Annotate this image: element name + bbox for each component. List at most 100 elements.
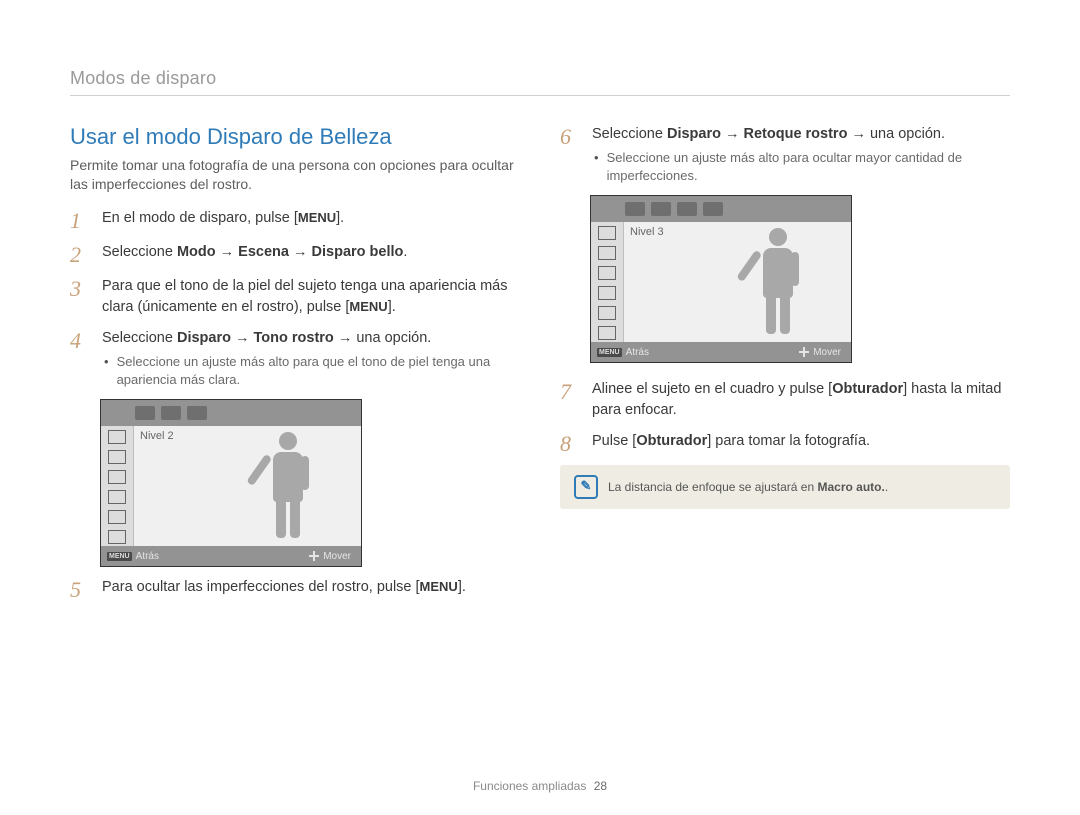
rail-icon	[598, 226, 616, 240]
step-bullet: Seleccione un ajuste más alto para ocult…	[592, 149, 1010, 185]
move-label: Mover	[813, 347, 841, 358]
text: ].	[388, 299, 396, 315]
text: Seleccione	[102, 330, 177, 346]
page-footer: Funciones ampliadas 28	[0, 779, 1080, 793]
footer-section: Funciones ampliadas	[473, 779, 586, 793]
text: Alinee el sujeto en el cuadro y pulse [	[592, 381, 832, 397]
level-label: Nivel 2	[140, 430, 174, 442]
person-silhouette-icon	[263, 432, 313, 540]
lcd-preview: Nivel 3	[624, 222, 851, 342]
step-number: 1	[70, 208, 90, 232]
step-text: Para que el tono de la piel del sujeto t…	[102, 276, 520, 318]
right-column: 6 Seleccione Disparo → Retoque rostro → …	[560, 124, 1010, 611]
step-text: Pulse [Obturador] para tomar la fotograf…	[592, 431, 870, 455]
step-5: 5 Para ocultar las imperfecciones del ro…	[70, 577, 520, 601]
text: ].	[336, 210, 344, 226]
option-chip	[677, 202, 697, 216]
step-number: 4	[70, 328, 90, 389]
step-text: Alinee el sujeto en el cuadro y pulse [O…	[592, 379, 1010, 421]
info-note: La distancia de enfoque se ajustará en M…	[560, 465, 1010, 509]
rail-icon	[598, 266, 616, 280]
breadcrumb: Modos de disparo	[70, 68, 1010, 96]
step-text: En el modo de disparo, pulse [MENU].	[102, 208, 344, 232]
rail-icon	[108, 450, 126, 464]
lcd-left-rail	[591, 222, 624, 342]
step-8: 8 Pulse [Obturador] para tomar la fotogr…	[560, 431, 1010, 455]
rail-icon	[598, 286, 616, 300]
left-column: Usar el modo Disparo de Belleza Permite …	[70, 124, 520, 611]
lcd-preview: Nivel 2	[134, 426, 361, 546]
step-text: Para ocultar las imperfecciones del rost…	[102, 577, 466, 601]
step-number: 2	[70, 242, 90, 266]
step-1: 1 En el modo de disparo, pulse [MENU].	[70, 208, 520, 232]
text: ] para tomar la fotografía.	[707, 433, 870, 449]
text: ].	[458, 579, 466, 595]
lcd-top-bar	[101, 400, 361, 426]
lcd-body: Nivel 2	[101, 426, 361, 546]
text: .	[403, 244, 407, 260]
page-title: Usar el modo Disparo de Belleza	[70, 124, 520, 150]
option-chip	[135, 406, 155, 420]
two-column-layout: Usar el modo Disparo de Belleza Permite …	[70, 124, 1010, 611]
rail-icon	[108, 530, 126, 544]
back-label: Atrás	[136, 551, 159, 562]
camera-lcd-screenshot-1: Nivel 2 MENU Atrás	[100, 399, 362, 567]
menu-label: MENU	[420, 578, 458, 597]
step-bullet: Seleccione un ajuste más alto para que e…	[102, 353, 520, 389]
option-chip	[161, 406, 181, 420]
shutter-label: Obturador	[636, 433, 707, 449]
step-text: Seleccione Modo → Escena → Disparo bello…	[102, 242, 407, 266]
bullet-text: Seleccione un ajuste más alto para ocult…	[607, 149, 1010, 185]
step-number: 6	[560, 124, 580, 185]
step-4: 4 Seleccione Disparo → Tono rostro → una…	[70, 328, 520, 389]
dpad-icon	[309, 551, 319, 561]
text: Para que el tono de la piel del sujeto t…	[102, 278, 507, 315]
step-6: 6 Seleccione Disparo → Retoque rostro → …	[560, 124, 1010, 185]
option-chip	[625, 202, 645, 216]
text: Para ocultar las imperfecciones del rost…	[102, 579, 420, 595]
menu-tag-icon: MENU	[597, 348, 622, 357]
lcd-left-rail	[101, 426, 134, 546]
intro-paragraph: Permite tomar una fotografía de una pers…	[70, 156, 520, 194]
step-number: 3	[70, 276, 90, 318]
rail-icon	[108, 490, 126, 504]
rail-icon	[108, 430, 126, 444]
text: La distancia de enfoque se ajustará en	[608, 480, 817, 494]
text: En el modo de disparo, pulse [	[102, 210, 298, 226]
step-text: Seleccione Disparo → Retoque rostro → un…	[592, 124, 1010, 185]
dpad-icon	[799, 347, 809, 357]
option-chip	[651, 202, 671, 216]
text: Seleccione	[592, 126, 667, 142]
step-7: 7 Alinee el sujeto en el cuadro y pulse …	[560, 379, 1010, 421]
rail-icon	[108, 510, 126, 524]
option-chip	[703, 202, 723, 216]
menu-label: MENU	[349, 298, 387, 317]
step-2: 2 Seleccione Modo → Escena → Disparo bel…	[70, 242, 520, 266]
macro-auto-label: Macro auto.	[817, 480, 884, 494]
text: Seleccione	[102, 244, 177, 260]
lcd-top-bar	[591, 196, 851, 222]
text: → una opción.	[334, 330, 432, 346]
back-label: Atrás	[626, 347, 649, 358]
text: → una opción.	[847, 126, 945, 142]
menu-path: Disparo → Retoque rostro	[667, 126, 847, 142]
bullet-text: Seleccione un ajuste más alto para que e…	[117, 353, 520, 389]
rail-icon	[108, 470, 126, 484]
step-number: 8	[560, 431, 580, 455]
menu-label: MENU	[298, 209, 336, 228]
lcd-bottom-bar: MENU Atrás Mover	[591, 342, 851, 362]
text: .	[885, 480, 888, 494]
person-silhouette-icon	[753, 228, 803, 336]
menu-tag-icon: MENU	[107, 552, 132, 561]
shutter-label: Obturador	[832, 381, 903, 397]
lcd-bottom-bar: MENU Atrás Mover	[101, 546, 361, 566]
menu-path: Modo → Escena → Disparo bello	[177, 244, 403, 260]
option-chip	[187, 406, 207, 420]
move-label: Mover	[323, 551, 351, 562]
step-number: 5	[70, 577, 90, 601]
text: Pulse [	[592, 433, 636, 449]
step-3: 3 Para que el tono de la piel del sujeto…	[70, 276, 520, 318]
step-number: 7	[560, 379, 580, 421]
rail-icon	[598, 246, 616, 260]
menu-path: Disparo → Tono rostro	[177, 330, 334, 346]
